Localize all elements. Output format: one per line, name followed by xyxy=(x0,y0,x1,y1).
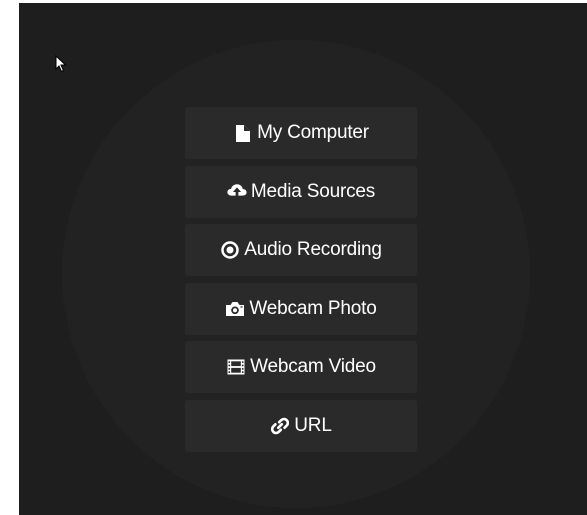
audio-recording-label: Audio Recording xyxy=(244,239,382,260)
media-sources-label: Media Sources xyxy=(250,180,376,202)
source-menu: My Computer Media Sources Audio Recordin… xyxy=(185,107,417,458)
url-label: URL xyxy=(294,414,332,436)
film-icon xyxy=(226,357,246,377)
my-computer-label: My Computer xyxy=(257,122,369,143)
camera-icon xyxy=(225,299,245,319)
record-circle-icon xyxy=(220,240,240,260)
upload-source-panel: My Computer Media Sources Audio Recordin… xyxy=(19,3,587,515)
link-icon xyxy=(270,416,290,436)
audio-recording-button[interactable]: Audio Recording xyxy=(185,224,417,276)
my-computer-button[interactable]: My Computer xyxy=(185,107,417,159)
cloud-upload-icon xyxy=(227,182,247,202)
media-sources-button[interactable]: Media Sources xyxy=(185,165,417,218)
arrow-pointer-icon xyxy=(55,54,67,73)
file-icon xyxy=(233,123,253,143)
webcam-video-button[interactable]: Webcam Video xyxy=(185,341,417,393)
webcam-photo-button[interactable]: Webcam Photo xyxy=(185,282,417,335)
url-button[interactable]: URL xyxy=(185,399,417,452)
webcam-video-label: Webcam Video xyxy=(250,356,376,377)
webcam-photo-label: Webcam Photo xyxy=(249,297,377,319)
